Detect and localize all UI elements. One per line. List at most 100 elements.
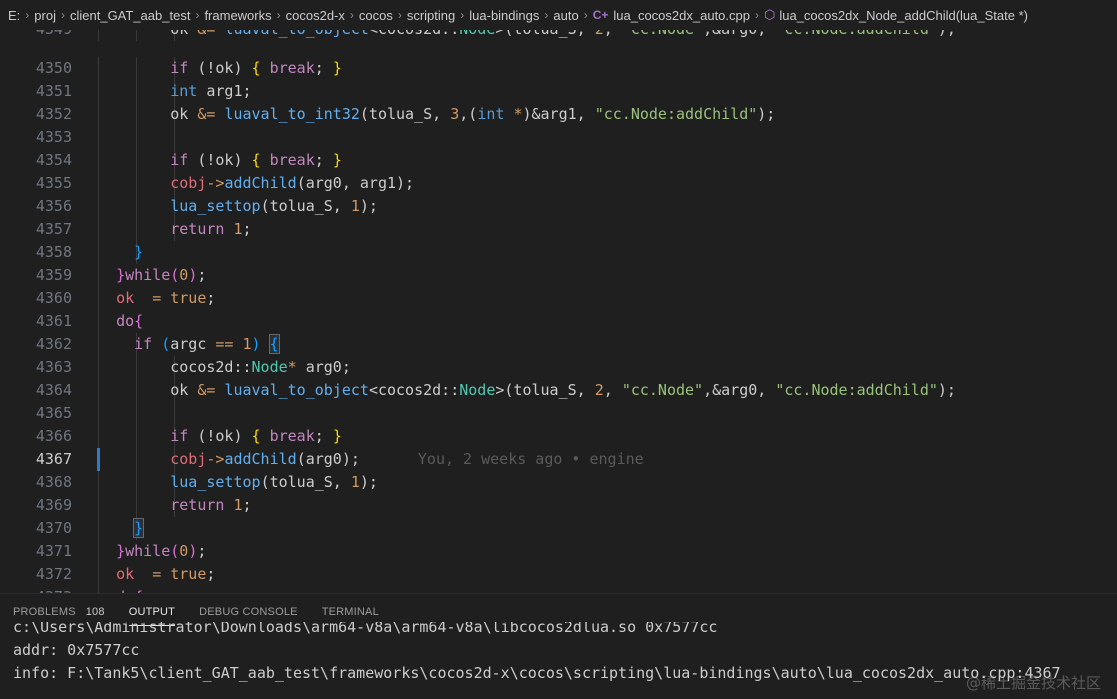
chevron-right-icon: › [460,8,465,22]
chevron-right-icon: › [195,8,200,22]
line-number: 4357 [35,220,72,238]
line-number: 4367 [35,450,72,468]
line-number: 4353 [35,128,72,146]
watermark: @稀土掘金技术社区 [965,674,1101,692]
line-number: 4360 [35,289,72,307]
line-number: 4362 [35,335,72,353]
code-line[interactable]: 4359 }while(0); [0,264,1117,287]
chevron-right-icon: › [349,8,354,22]
code-text: }while(0); [116,542,207,560]
code-text: if (!ok) { break; } [170,59,342,77]
code-line[interactable]: 4351 int arg1; [0,80,1117,103]
breadcrumb-label: lua_cocos2dx_auto.cpp [613,7,750,23]
chevron-right-icon: › [544,8,549,22]
tab-label: DEBUG CONSOLE [199,605,298,618]
line-number: 4355 [35,174,72,192]
breadcrumb-item-frameworks[interactable]: frameworks [204,8,271,23]
line-number: 4354 [35,151,72,169]
line-number: 4369 [35,496,72,514]
breadcrumb-item-drive[interactable]: E: [8,8,20,23]
problems-count-badge: 108 [85,605,105,618]
breadcrumb-label: lua-bindings [469,7,540,23]
breadcrumb-item-client[interactable]: client_GAT_aab_test [70,8,190,23]
code-line[interactable]: 4356 lua_settop(tolua_S, 1); [0,195,1117,218]
code-text: } [134,243,144,261]
line-number: 4361 [35,312,72,330]
code-text: if (!ok) { break; } [170,151,342,169]
code-line[interactable]: 4358 } [0,241,1117,264]
code-line[interactable]: 4370 } [0,517,1117,540]
code-text: ok &= luaval_to_int32(tolua_S, 3,(int *)… [98,105,776,123]
line-number: 4370 [35,519,72,537]
code-line[interactable]: 4349 ok &= luaval_to_object<cocos2d::Nod… [0,30,1117,41]
breadcrumb-label: auto [553,7,579,23]
code-line[interactable]: 4373 do{ [0,586,1117,593]
breadcrumb-item-proj[interactable]: proj [34,8,56,23]
line-number: 4350 [35,59,72,77]
code-line[interactable]: 4353 [0,126,1117,149]
breadcrumb-item-cocos2d-x[interactable]: cocos2d-x [286,8,345,23]
code-text: } [133,518,145,538]
breadcrumb-label: proj [34,7,56,23]
code-text: ok &= luaval_to_object<cocos2d::Node>(to… [98,381,956,399]
code-text: if (argc == 1) { [134,334,280,354]
line-number: 4373 [0,586,72,593]
breadcrumb-item-auto[interactable]: auto [553,8,578,23]
code-text: lua_settop(tolua_S, 1); [170,473,378,491]
code-text: int arg1; [170,82,252,100]
breadcrumb-label: client_GAT_aab_test [69,7,191,23]
code-text: ok = true; [116,565,216,583]
line-number: 4356 [35,197,72,215]
breadcrumb-item-lua-bindings[interactable]: lua-bindings [469,8,539,23]
breadcrumb-item-symbol[interactable]: ⬡ lua_cocos2dx_Node_addChild(lua_State *) [764,7,1028,23]
output-line: c:\Users\Administrator\Downloads\arm64-v… [13,622,718,636]
code-line-current[interactable]: 4367 cobj->addChild(arg0); You, 2 weeks a… [0,448,1117,471]
code-line[interactable]: 4371 }while(0); [0,540,1117,563]
cpp-file-icon: C+ [592,8,609,22]
line-number: 4371 [35,542,72,560]
code-line[interactable]: 4355 cobj->addChild(arg0, arg1); [0,172,1117,195]
code-line[interactable]: 4368 lua_settop(tolua_S, 1); [0,471,1117,494]
chevron-right-icon: › [397,8,402,22]
code-text: cobj->addChild(arg0); You, 2 weeks ago • … [170,450,644,468]
code-text: return 1; [170,496,252,514]
code-line[interactable]: 4357 return 1; [0,218,1117,241]
breadcrumb: E: › proj › client_GAT_aab_test › framew… [0,0,1117,30]
code-text: cobj->addChild(arg0, arg1); [170,174,415,192]
chevron-right-icon: › [754,8,759,22]
chevron-right-icon: › [276,8,281,22]
code-line[interactable]: 4350 if (!ok) { break; } [0,57,1117,80]
code-text: do{ [98,586,143,593]
line-number: 4366 [35,427,72,445]
tab-label: TERMINAL [321,605,379,618]
code-line[interactable]: 4362 if (argc == 1) { [0,333,1117,356]
line-number: 4372 [35,565,72,583]
code-text: ok = true; [116,289,216,307]
code-text: ok &= luaval_to_object<cocos2d::Node>(to… [98,30,956,41]
code-line[interactable]: 4365 [0,402,1117,425]
line-number: 4368 [35,473,72,491]
line-number: 4365 [35,404,72,422]
code-line[interactable]: 4361 do{ [0,310,1117,333]
breadcrumb-item-file[interactable]: C+ lua_cocos2dx_auto.cpp [593,8,750,23]
code-text: }while(0); [116,266,207,284]
code-line[interactable]: 4360 ok = true; [0,287,1117,310]
line-number: 4358 [35,243,72,261]
code-line[interactable]: 4369 return 1; [0,494,1117,517]
chevron-right-icon: › [60,8,65,22]
output-panel[interactable]: c:\Users\Administrator\Downloads\arm64-v… [0,622,1117,699]
code-line[interactable]: 4366 if (!ok) { break; } [0,425,1117,448]
breadcrumb-item-scripting[interactable]: scripting [407,8,455,23]
code-line[interactable]: 4363 cocos2d::Node* arg0; [0,356,1117,379]
chevron-right-icon: › [25,8,30,22]
code-line[interactable]: 4372 ok = true; [0,563,1117,586]
line-number: 4349 [0,30,72,41]
breadcrumb-label: lua_cocos2dx_Node_addChild(lua_State *) [779,7,1028,23]
code-editor[interactable]: 4349 ok &= luaval_to_object<cocos2d::Nod… [0,30,1117,593]
line-number: 4359 [35,266,72,284]
line-number: 4352 [35,105,72,123]
breadcrumb-item-cocos[interactable]: cocos [359,8,393,23]
code-line[interactable]: 4354 if (!ok) { break; } [0,149,1117,172]
code-line[interactable]: 4352 ok &= luaval_to_int32(tolua_S, 3,(i… [0,103,1117,126]
code-line[interactable]: 4364 ok &= luaval_to_object<cocos2d::Nod… [0,379,1117,402]
